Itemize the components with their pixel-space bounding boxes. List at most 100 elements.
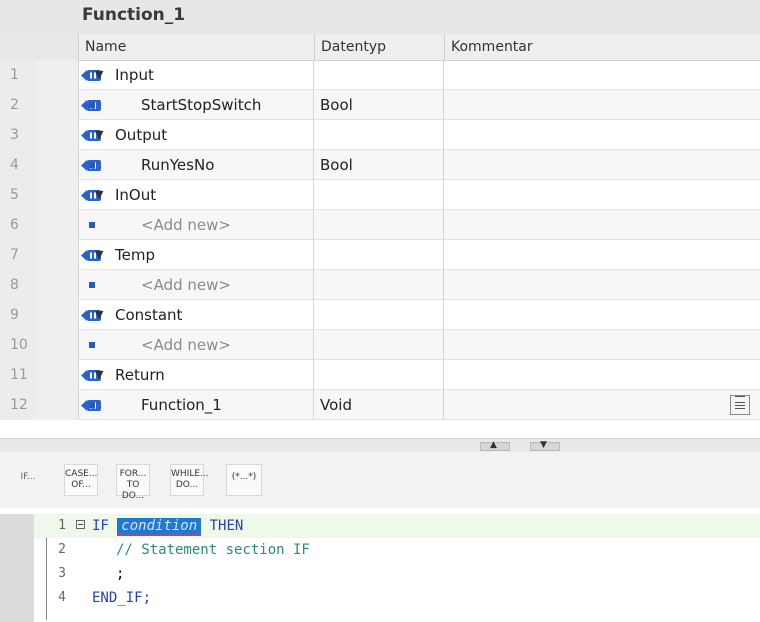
while-button[interactable]: WHILE... DO... <box>170 464 209 496</box>
comment-cell[interactable] <box>444 60 760 90</box>
editor-gutter <box>0 514 34 622</box>
table-row[interactable]: 9 ▼ Constant <box>0 300 760 330</box>
code-text: ; <box>116 566 125 582</box>
block-title: Function_1 <box>82 5 186 25</box>
case-button[interactable]: CASE... OF... <box>64 464 98 496</box>
comment-cell[interactable] <box>444 300 760 330</box>
parameter-name[interactable]: Function_1 <box>141 390 222 420</box>
datatype-cell[interactable] <box>314 300 444 330</box>
table-row[interactable]: 6 <Add new> <box>0 210 760 240</box>
for-button[interactable]: FOR... TO DO... <box>116 464 150 501</box>
comment-label: (*...*) <box>231 472 257 482</box>
if-button[interactable]: IF... <box>8 464 48 496</box>
parameter-name[interactable]: RunYesNo <box>141 150 214 180</box>
comment-cell[interactable] <box>444 240 760 270</box>
section-name: InOut <box>115 186 157 204</box>
name-cell[interactable]: Function_1 <box>78 390 314 420</box>
table-row[interactable]: 3 ▼ Output <box>0 120 760 150</box>
comment-cell[interactable] <box>444 120 760 150</box>
table-row[interactable]: 1 ▼ Input <box>0 60 760 90</box>
line-number: 2 <box>58 542 66 557</box>
row-number: 1 <box>0 60 36 90</box>
table-row[interactable]: 7 ▼ Temp <box>0 240 760 270</box>
comment-cell[interactable] <box>444 210 760 240</box>
table-row[interactable]: 10 <Add new> <box>0 330 760 360</box>
keyword-end-if: END_IF; <box>92 590 152 606</box>
add-new-entry[interactable]: <Add new> <box>141 210 231 240</box>
code-line-3[interactable]: 3 ; <box>34 562 760 586</box>
name-cell[interactable]: <Add new> <box>78 330 314 360</box>
line-number: 3 <box>58 566 66 581</box>
name-cell[interactable]: ▼ InOut <box>78 180 314 210</box>
header-name[interactable]: Name <box>78 34 314 60</box>
name-cell[interactable]: StartStopSwitch <box>78 90 314 120</box>
parameter-name[interactable]: StartStopSwitch <box>141 90 261 120</box>
comment-cell[interactable] <box>444 150 760 180</box>
name-cell[interactable]: ▼ Return <box>78 360 314 390</box>
code-line-1[interactable]: 1 IF condition THEN <box>34 514 760 538</box>
name-cell[interactable]: <Add new> <box>78 210 314 240</box>
name-cell[interactable]: ▼ Temp <box>78 240 314 270</box>
datatype-cell[interactable] <box>314 60 444 90</box>
add-new-entry[interactable]: <Add new> <box>141 330 231 360</box>
datatype-cell[interactable]: Bool <box>314 90 444 120</box>
comment-cell[interactable] <box>444 330 760 360</box>
name-cell[interactable]: <Add new> <box>78 270 314 300</box>
table-row[interactable]: 8 <Add new> <box>0 270 760 300</box>
table-row[interactable]: 5 ▼ InOut <box>0 180 760 210</box>
table-row[interactable]: 4 RunYesNo Bool <box>0 150 760 180</box>
name-cell[interactable]: RunYesNo <box>78 150 314 180</box>
splitter-up-button[interactable]: ▲ <box>480 440 510 451</box>
comment-cell[interactable] <box>444 270 760 300</box>
comment-cell[interactable] <box>444 390 760 420</box>
datatype-cell[interactable] <box>314 210 444 240</box>
row-gutter <box>36 210 78 240</box>
name-cell[interactable]: ▼ Input <box>78 60 314 90</box>
section-name: Input <box>115 66 154 84</box>
table-row[interactable]: 2 StartStopSwitch Bool <box>0 90 760 120</box>
name-cell[interactable]: ▼ Constant <box>78 300 314 330</box>
condition-placeholder[interactable]: condition <box>117 518 202 536</box>
block-title-bar: Function_1 <box>0 0 760 34</box>
datatype-cell[interactable] <box>314 120 444 150</box>
instruction-toolbar: IF... CASE... OF... FOR... TO DO... WHILE.… <box>0 452 760 508</box>
row-gutter <box>36 90 101 120</box>
code-line-4[interactable]: 4 END_IF; <box>34 586 760 610</box>
comment-cell[interactable] <box>444 180 760 210</box>
datatype-cell[interactable] <box>314 240 444 270</box>
expand-caret-icon[interactable]: ▼ <box>95 360 103 390</box>
comment-button[interactable]: (*...*) <box>226 464 262 496</box>
table-row[interactable]: 11 ▼ Return <box>0 360 760 390</box>
row-gutter <box>36 180 101 210</box>
comment-cell[interactable] <box>444 90 760 120</box>
splitter-down-button[interactable]: ▼ <box>530 440 560 451</box>
datatype-value: Bool <box>320 156 353 174</box>
expand-caret-icon[interactable]: ▼ <box>95 180 103 210</box>
table-row[interactable]: 12 Function_1 Void <box>0 390 760 420</box>
datatype-cell[interactable] <box>314 270 444 300</box>
header-comment[interactable]: Kommentar <box>444 34 760 60</box>
for-label-2: TO DO... <box>121 480 145 501</box>
expand-caret-icon[interactable]: ▼ <box>95 240 103 270</box>
table-header: Name Datentyp Kommentar <box>0 34 760 61</box>
pane-splitter[interactable]: ▲ ▼ <box>0 438 760 453</box>
row-gutter <box>36 240 101 270</box>
code-comment: // Statement section IF <box>116 542 310 558</box>
datatype-cell[interactable] <box>314 180 444 210</box>
datatype-cell[interactable]: Bool <box>314 150 444 180</box>
add-new-entry[interactable]: <Add new> <box>141 270 231 300</box>
row-gutter <box>36 330 78 360</box>
row-number: 7 <box>0 240 36 270</box>
expand-caret-icon[interactable]: ▼ <box>95 300 103 330</box>
comment-cell[interactable] <box>444 360 760 390</box>
expand-caret-icon[interactable]: ▼ <box>95 120 103 150</box>
fold-toggle-icon[interactable] <box>76 520 85 529</box>
code-editor[interactable]: 1 IF condition THEN 2 // Statement secti… <box>0 514 760 622</box>
code-line-2[interactable]: 2 // Statement section IF <box>34 538 760 562</box>
datatype-cell[interactable] <box>314 330 444 360</box>
expand-caret-icon[interactable]: ▼ <box>95 60 103 90</box>
datatype-cell[interactable] <box>314 360 444 390</box>
datatype-cell[interactable]: Void <box>314 390 750 420</box>
header-datatype[interactable]: Datentyp <box>314 34 444 60</box>
name-cell[interactable]: ▼ Output <box>78 120 314 150</box>
